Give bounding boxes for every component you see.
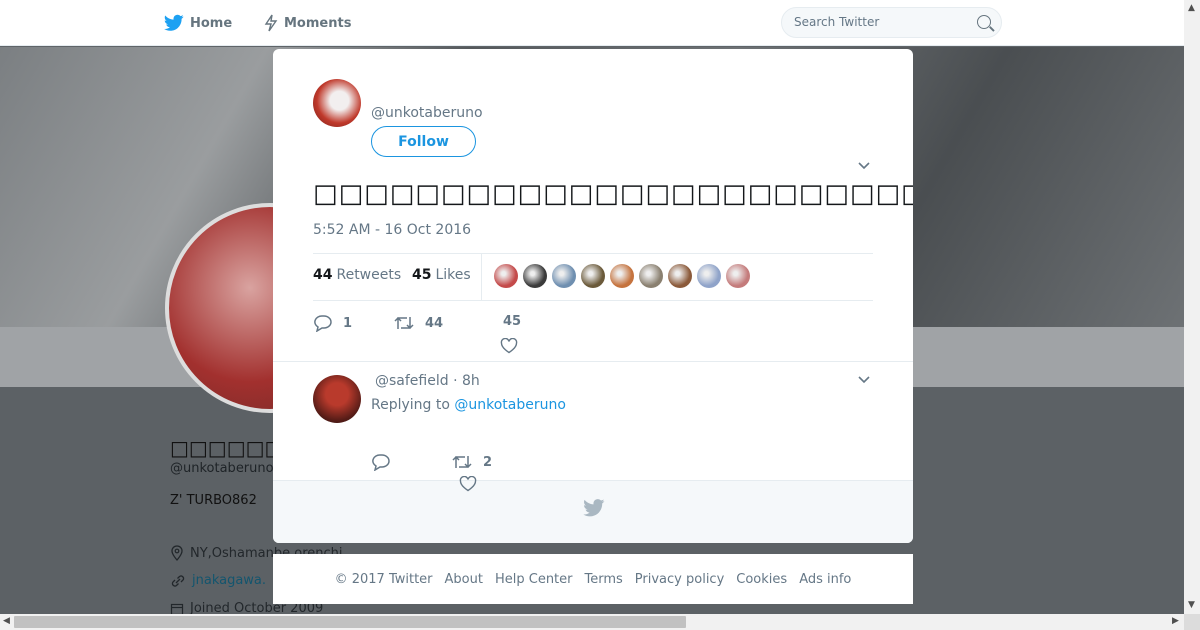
reply-heart-icon[interactable] <box>459 476 477 492</box>
footer-privacy[interactable]: Privacy policy <box>635 572 724 587</box>
horizontal-scrollbar[interactable]: ◀ ▶ <box>0 614 1184 630</box>
stats-divider <box>481 254 482 300</box>
replying-to-link[interactable]: @unkotaberuno <box>454 397 566 413</box>
likes-count: 45 <box>412 267 432 283</box>
retweet-count: 44 <box>425 315 444 331</box>
tweet-modal: @unkotaberuno Follow □□□□□□□□□□□□□□□□□□□… <box>273 49 913 543</box>
tweet-actions: 1 44 45 <box>313 312 873 354</box>
liker-avatar[interactable] <box>639 264 663 288</box>
liker-avatar[interactable] <box>726 264 750 288</box>
twitter-bird-icon <box>164 14 184 31</box>
retweets-stat[interactable]: 44 Retweets <box>313 267 401 283</box>
likes-label: Likes <box>435 267 471 283</box>
heart-icon[interactable] <box>500 338 518 354</box>
reply-action[interactable]: 1 <box>313 314 352 332</box>
reply-retweet-action[interactable]: 2 <box>451 453 492 471</box>
footer-copyright: © 2017 Twitter <box>334 571 433 587</box>
nav-home[interactable]: Home <box>164 0 232 46</box>
liker-avatars <box>494 264 750 288</box>
footer-terms[interactable]: Terms <box>585 572 623 587</box>
tweet-stats: 44 Retweets 45 Likes <box>313 253 873 301</box>
nav-home-label: Home <box>190 15 233 31</box>
reply-count: 1 <box>343 315 353 331</box>
profile-link[interactable]: jnakagawa. <box>170 573 266 588</box>
reply-avatar[interactable] <box>313 375 361 423</box>
profile-name: □□□□□□ <box>170 436 284 460</box>
modal-footer <box>273 476 913 543</box>
top-navigation-bar: Home Moments Search Twitter <box>0 0 1184 46</box>
link-icon <box>171 574 185 587</box>
retweet-action[interactable]: 44 <box>393 314 443 332</box>
nav-moments[interactable]: Moments <box>264 0 351 46</box>
twitter-bird-icon <box>583 499 605 517</box>
reply-separator <box>273 361 913 362</box>
replying-prefix: Replying to <box>371 397 455 413</box>
liker-avatar[interactable] <box>610 264 634 288</box>
search-icon[interactable] <box>977 15 991 29</box>
close-modal-icon[interactable]: ✕ <box>1154 10 1178 36</box>
tweet-timestamp[interactable]: 5:52 AM - 16 Oct 2016 <box>313 222 471 238</box>
scroll-up-arrow-icon[interactable]: ▲ <box>1188 3 1195 13</box>
profile-link-text[interactable]: jnakagawa. <box>192 573 266 588</box>
liker-avatar[interactable] <box>552 264 576 288</box>
scroll-left-arrow-icon[interactable]: ◀ <box>3 616 10 626</box>
location-pin-icon <box>171 545 183 561</box>
search-placeholder: Search Twitter <box>794 15 880 29</box>
liker-avatar[interactable] <box>494 264 518 288</box>
footer-cookies[interactable]: Cookies <box>736 572 787 587</box>
nav-moments-label: Moments <box>284 15 352 31</box>
scroll-right-arrow-icon[interactable]: ▶ <box>1172 616 1179 626</box>
retweets-count: 44 <box>313 267 333 283</box>
footer-ads-info[interactable]: Ads info <box>799 572 851 587</box>
like-count: 45 <box>503 314 522 329</box>
replying-to: Replying to @unkotaberuno <box>371 397 566 413</box>
footer-about[interactable]: About <box>445 572 483 587</box>
reply-icon <box>314 315 332 332</box>
search-input[interactable]: Search Twitter <box>781 7 1002 38</box>
reply-handle[interactable]: @safefield · 8h <box>375 373 480 389</box>
reply-icon <box>372 454 390 471</box>
retweet-icon <box>394 316 414 330</box>
liker-avatar[interactable] <box>523 264 547 288</box>
reply-reply-action[interactable] <box>371 453 391 471</box>
chevron-down-icon[interactable] <box>857 159 871 173</box>
reply-chevron-down-icon[interactable] <box>857 373 871 387</box>
author-handle[interactable]: @unkotaberuno <box>371 105 483 121</box>
horizontal-scroll-thumb[interactable] <box>14 616 686 628</box>
scroll-down-arrow-icon[interactable]: ▼ <box>1188 600 1195 610</box>
follow-button[interactable]: Follow <box>371 126 476 157</box>
tweet-text: □□□□□□□□□□□□□□□□□□□□□□□□□□□□□□□□□□□□□□□□… <box>313 179 913 209</box>
liker-avatar[interactable] <box>581 264 605 288</box>
retweets-label: Retweets <box>336 267 402 283</box>
footer-help-center[interactable]: Help Center <box>495 572 573 587</box>
profile-handle: @unkotaberuno <box>170 461 274 476</box>
vertical-scrollbar[interactable]: ▲ ▼ <box>1184 0 1200 614</box>
liker-avatar[interactable] <box>697 264 721 288</box>
liker-avatar[interactable] <box>668 264 692 288</box>
like-count-wrap[interactable]: 45 <box>503 314 521 329</box>
author-avatar[interactable] <box>313 79 361 127</box>
scrollbar-corner <box>1184 614 1200 630</box>
likes-stat[interactable]: 45 Likes <box>412 267 471 283</box>
page-footer: © 2017 Twitter About Help Center Terms P… <box>273 554 913 604</box>
reply-retweet-count: 2 <box>483 454 493 470</box>
lightning-icon <box>264 14 278 32</box>
profile-bio: Z' TURBO862 <box>170 493 257 508</box>
retweet-icon <box>452 455 472 469</box>
